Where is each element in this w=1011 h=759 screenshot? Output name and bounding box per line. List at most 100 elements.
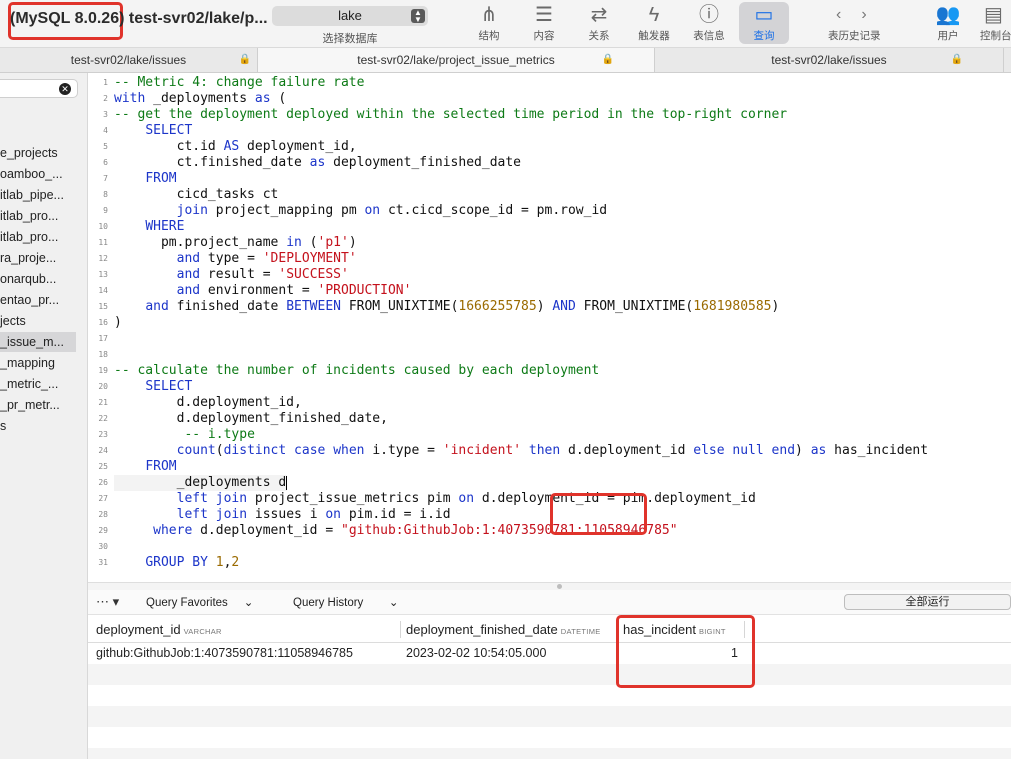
relations-button[interactable]: ⇄ 关系: [574, 2, 624, 44]
console-icon: ▤: [984, 4, 1003, 26]
code-line[interactable]: -- get the deployment deployed within th…: [114, 107, 787, 123]
code-line[interactable]: ct.id AS deployment_id,: [114, 139, 357, 155]
code-line[interactable]: cicd_tasks ct: [114, 187, 279, 203]
code-line[interactable]: -- Metric 4: change failure rate: [114, 75, 364, 91]
code-line[interactable]: ct.finished_date as deployment_finished_…: [114, 155, 521, 171]
database-select-value: lake: [338, 8, 362, 23]
cell-deployment-finished-date[interactable]: 2023-02-02 10:54:05.000: [406, 646, 546, 660]
tab-label: test-svr02/lake/issues: [70, 53, 187, 67]
line-number: 30: [98, 542, 108, 551]
line-number: 4: [103, 126, 108, 135]
users-icon: 👥: [935, 4, 961, 26]
code-line[interactable]: left join issues i on pim.id = i.id: [114, 507, 451, 523]
sidebar-item[interactable]: itlab_pipe...: [0, 185, 87, 205]
structure-button[interactable]: ⋔ 结构: [464, 2, 514, 44]
console-label: 控制台: [980, 30, 1011, 42]
code-line[interactable]: join project_mapping pm on ct.cicd_scope…: [114, 203, 608, 219]
sidebar-item[interactable]: onarqub...: [0, 269, 87, 289]
code-line[interactable]: FROM: [114, 171, 176, 187]
empty-row: [88, 664, 1011, 685]
empty-row: [88, 748, 1011, 759]
code-line[interactable]: with _deployments as (: [114, 91, 286, 107]
line-number: 24: [98, 446, 108, 455]
code-line[interactable]: count(distinct case when i.type = 'incid…: [114, 443, 928, 459]
table-row[interactable]: github:GithubJob:1:4073590781:1105894678…: [88, 643, 1011, 664]
database-select[interactable]: lake ▲ ▼: [272, 6, 428, 26]
empty-row: [88, 727, 1011, 748]
code-line[interactable]: and result = 'SUCCESS': [114, 267, 349, 283]
code-line[interactable]: SELECT: [114, 379, 192, 395]
code-line[interactable]: and finished_date BETWEEN FROM_UNIXTIME(…: [114, 299, 779, 315]
column-divider[interactable]: [400, 621, 401, 638]
sidebar-item[interactable]: entao_pr...: [0, 290, 87, 310]
code-line[interactable]: pm.project_name in ('p1'): [114, 235, 357, 251]
line-number: 16: [98, 318, 108, 327]
line-number: 31: [98, 558, 108, 567]
console-button[interactable]: ▤ 控制台: [976, 2, 1011, 44]
code-line[interactable]: FROM: [114, 459, 176, 475]
sidebar-item[interactable]: _pr_metr...: [0, 395, 87, 415]
table-info-button[interactable]: ⓘ 表信息: [684, 2, 734, 44]
line-number: 17: [98, 334, 108, 343]
editor-results-splitter[interactable]: [88, 582, 1011, 590]
query-button[interactable]: ▭ 查询: [739, 2, 789, 44]
sidebar-item[interactable]: itlab_pro...: [0, 206, 87, 226]
lock-icon: 🔒: [601, 54, 614, 65]
triggers-button[interactable]: ϟ 触发器: [629, 2, 679, 44]
clear-icon[interactable]: ✕: [59, 83, 71, 95]
code-line[interactable]: ): [114, 315, 122, 331]
tab-label: test-svr02/lake/issues: [771, 53, 887, 67]
sidebar-item[interactable]: jects: [0, 311, 87, 331]
code-line[interactable]: SELECT: [114, 123, 192, 139]
tab-issues-left[interactable]: test-svr02/lake/issues 🔒: [0, 48, 258, 72]
sidebar-item[interactable]: _mapping: [0, 353, 87, 373]
code-line[interactable]: d.deployment_finished_date,: [114, 411, 388, 427]
code-line[interactable]: _deployments d: [114, 475, 288, 491]
sidebar-item[interactable]: s: [0, 416, 87, 436]
code-line[interactable]: -- calculate the number of incidents cau…: [114, 363, 599, 379]
code-line[interactable]: and environment = 'PRODUCTION': [114, 283, 412, 299]
sidebar-item[interactable]: ra_proje...: [0, 248, 87, 268]
code-line[interactable]: GROUP BY 1,2: [114, 555, 239, 571]
forward-arrow-icon[interactable]: ›: [861, 6, 886, 23]
select-arrows-icon: ▲ ▼: [411, 9, 425, 24]
sidebar-item[interactable]: oamboo_...: [0, 164, 87, 184]
users-button[interactable]: 👥 用户: [923, 2, 973, 44]
back-arrow-icon[interactable]: ‹: [836, 6, 861, 23]
code-line[interactable]: and type = 'DEPLOYMENT': [114, 251, 357, 267]
query-history-label: Query History: [293, 597, 364, 609]
cell-deployment-id[interactable]: github:GithubJob:1:4073590781:1105894678…: [96, 646, 353, 660]
sql-editor[interactable]: 1 2 3 4 5 6 7 8 9 10 11 12 13 14 15 16 17 18 19 20 21 22 23 24 2…: [88, 73, 1011, 582]
sidebar-item[interactable]: itlab_pro...: [0, 227, 87, 247]
code-line[interactable]: d.deployment_id,: [114, 395, 302, 411]
code-line[interactable]: WHERE: [114, 219, 184, 235]
code-line[interactable]: left join project_issue_metrics pim on d…: [114, 491, 756, 507]
content-button[interactable]: ☰ 内容: [519, 2, 569, 44]
tab-issues-right[interactable]: test-svr02/lake/issues 🔒: [655, 48, 1004, 72]
more-options-icon[interactable]: ⋯ ▾: [96, 594, 119, 610]
content-label: 内容: [533, 30, 555, 42]
sidebar-item[interactable]: e_projects: [0, 143, 87, 163]
chevron-down-icon: ⌄: [243, 597, 254, 609]
code-line[interactable]: -- i.type: [114, 427, 254, 443]
tab-project-issue-metrics[interactable]: test-svr02/lake/project_issue_metrics 🔒: [258, 48, 655, 72]
line-number: 13: [98, 270, 108, 279]
column-header-deployment-finished-date[interactable]: deployment_finished_date DATETIME: [406, 622, 601, 637]
column-header-deployment-id[interactable]: deployment_id VARCHAR: [96, 622, 222, 637]
sidebar-item[interactable]: _metric_...: [0, 374, 87, 394]
splitter-handle-icon: [557, 584, 562, 589]
line-number: 27: [98, 494, 108, 503]
column-type: DATETIME: [560, 627, 601, 636]
run-all-button[interactable]: 全部运行: [844, 594, 1011, 610]
sidebar-item-selected[interactable]: _issue_m...: [0, 332, 76, 352]
content-icon: ☰: [535, 4, 553, 26]
query-history-menu[interactable]: Query History ⌄: [293, 595, 399, 609]
table-info-label: 表信息: [693, 30, 725, 42]
main-toolbar: (MySQL 8.0.26) test-svr02/lake/p... lake…: [0, 0, 1011, 48]
query-favorites-menu[interactable]: Query Favorites ⌄: [146, 595, 253, 609]
line-number: 1: [103, 78, 108, 87]
query-favorites-label: Query Favorites: [146, 597, 228, 609]
tab-label: test-svr02/lake/project_issue_metrics: [357, 53, 555, 67]
line-number: 3: [103, 110, 108, 119]
table-filter-input[interactable]: ✕: [0, 79, 78, 98]
